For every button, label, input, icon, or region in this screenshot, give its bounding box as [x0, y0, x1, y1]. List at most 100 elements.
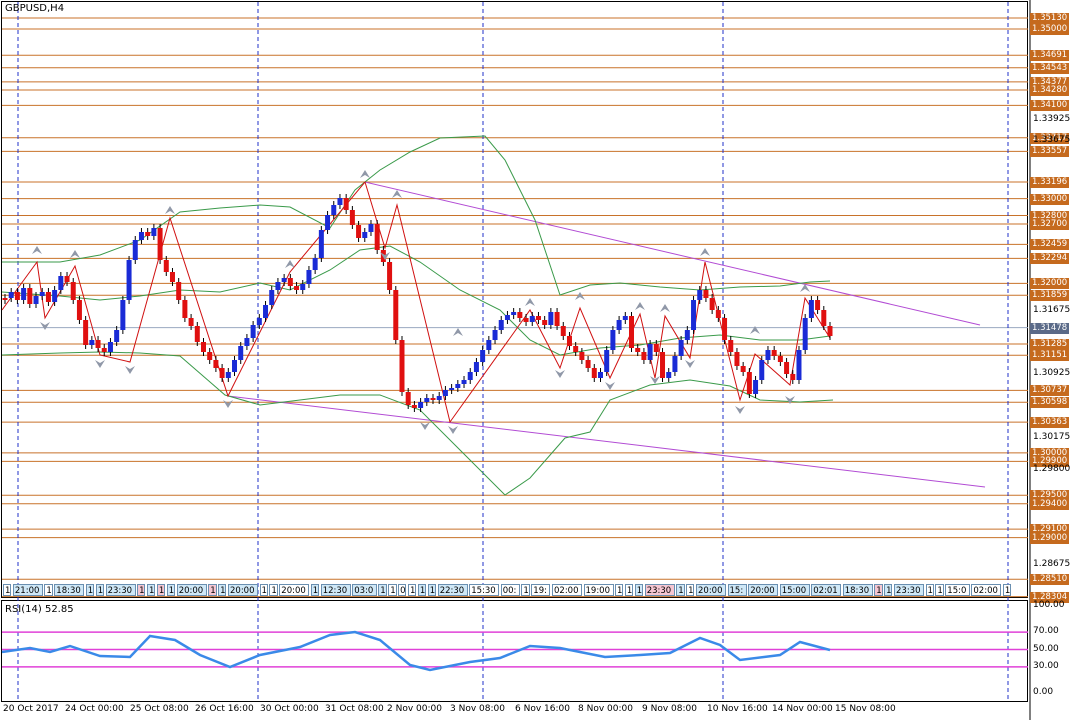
bull-candle — [610, 330, 616, 350]
bull-candle — [275, 282, 281, 290]
time-strip-label: 1 — [521, 584, 530, 596]
date-tick-label: 6 Nov 16:00 — [515, 704, 570, 714]
bull-candle — [467, 372, 473, 380]
time-strip-label: 1 — [615, 584, 624, 596]
bear-candle — [535, 316, 541, 320]
time-strip-label: 1 — [95, 584, 105, 596]
bear-candle — [64, 276, 70, 282]
bear-candle — [703, 290, 709, 298]
bear-candle — [213, 360, 219, 368]
price-level-tag: 1.34280 — [1030, 85, 1069, 97]
price-level-tag: 1.32000 — [1030, 278, 1069, 290]
price-level-tag: 1.33557 — [1030, 146, 1069, 158]
date-tick-label: 31 Oct 08:00 — [325, 704, 384, 714]
bull-candle — [647, 344, 653, 360]
time-strip-label: 02:01 — [811, 584, 842, 596]
time-strip-label: 20:00 — [748, 584, 779, 596]
price-level-tag: 1.35130 — [1030, 13, 1069, 24]
price-level-tag: 1.30737 — [1030, 385, 1069, 397]
bull-candle — [604, 350, 610, 372]
bear-candle — [399, 340, 405, 392]
bear-candle — [83, 320, 89, 345]
time-strip-label: 19:00 — [583, 584, 614, 596]
bear-candle — [182, 300, 188, 318]
bear-candle — [790, 374, 796, 380]
time-strip-label: 15:0 — [945, 584, 970, 596]
time-strip-label: 1 — [408, 584, 417, 596]
price-tick-label: 1.29800 — [1033, 463, 1071, 474]
bull-candle — [232, 360, 238, 372]
bull-candle — [529, 316, 535, 322]
bear-candle — [635, 348, 641, 352]
bull-candle — [312, 258, 318, 270]
time-strip-label: 02:00 — [971, 584, 1002, 596]
bull-candle — [486, 340, 492, 350]
time-strip-label: 1 — [156, 584, 166, 596]
bear-candle — [653, 344, 659, 352]
time-strip-label: 1 — [310, 584, 320, 596]
bull-candle — [263, 305, 269, 318]
time-strip-label: 1 — [874, 584, 883, 596]
bear-candle — [722, 318, 728, 340]
price-level-tag: 1.35000 — [1030, 24, 1069, 36]
time-strip-label: 1 — [147, 584, 156, 596]
time-strip-label: 18:30 — [54, 584, 85, 596]
chart-canvas[interactable] — [0, 0, 1080, 720]
bull-candle — [306, 270, 312, 284]
bull-candle — [8, 292, 14, 298]
bear-candle — [641, 352, 647, 360]
bull-candle — [33, 296, 39, 304]
bear-candle — [573, 346, 579, 352]
bull-candle — [808, 300, 814, 318]
bear-candle — [163, 260, 169, 272]
bear-candle — [777, 356, 783, 362]
bear-candle — [188, 318, 194, 326]
date-tick-label: 15 Nov 08:00 — [835, 704, 896, 714]
bull-candle — [331, 205, 337, 215]
price-level-tag: 1.30598 — [1030, 397, 1069, 409]
bear-candle — [734, 352, 740, 366]
bear-candle — [157, 228, 163, 260]
bear-candle — [566, 336, 572, 346]
time-strip-label: 00: — [500, 584, 520, 596]
time-strip-label: 1 — [1002, 584, 1012, 596]
bull-candle — [765, 350, 771, 360]
bear-candle — [76, 300, 82, 320]
date-tick-label: 14 Nov 00:00 — [772, 704, 833, 714]
chart-title: GBPUSD,H4 — [5, 3, 65, 14]
bull-candle — [455, 384, 461, 388]
time-strip-label: 1 — [417, 584, 427, 596]
rsi-tick-label: 100.00 — [1033, 600, 1065, 610]
bull-candle — [225, 372, 231, 378]
price-level-tag: 1.33196 — [1030, 176, 1069, 188]
time-strip-label: 23:30 — [894, 584, 924, 596]
price-level-tag: 1.32700 — [1030, 218, 1069, 230]
bear-candle — [14, 292, 20, 300]
bull-candle — [442, 390, 448, 396]
bull-candle — [498, 320, 504, 330]
bear-candle — [200, 342, 206, 352]
time-strip-label: 15:30 — [469, 584, 500, 596]
price-level-tag: 1.32459 — [1030, 239, 1069, 251]
rsi-label: RSI(14) 52.85 — [5, 604, 74, 615]
date-tick-label: 20 Oct 2017 — [3, 704, 59, 714]
bull-candle — [759, 360, 765, 380]
rsi-tick-label: 30.00 — [1033, 660, 1059, 671]
bear-candle — [542, 320, 548, 325]
bear-candle — [95, 340, 101, 348]
price-tick-label: 1.33925 — [1033, 114, 1071, 125]
date-tick-label: 24 Oct 00:00 — [65, 704, 124, 714]
time-strip-label: 02:00 — [552, 584, 582, 596]
bull-candle — [622, 316, 628, 320]
bear-candle — [194, 326, 200, 342]
bear-candle — [728, 340, 734, 352]
price-level-tag: 1.31151 — [1030, 350, 1069, 362]
bull-candle — [132, 240, 138, 260]
bull-candle — [52, 290, 58, 302]
bull-candle — [449, 388, 455, 390]
price-level-tag: 1.29400 — [1030, 498, 1069, 510]
bull-candle — [424, 398, 430, 402]
time-strip-label: 1 — [166, 584, 176, 596]
bull-candle — [480, 350, 486, 362]
bear-candle — [815, 300, 821, 310]
